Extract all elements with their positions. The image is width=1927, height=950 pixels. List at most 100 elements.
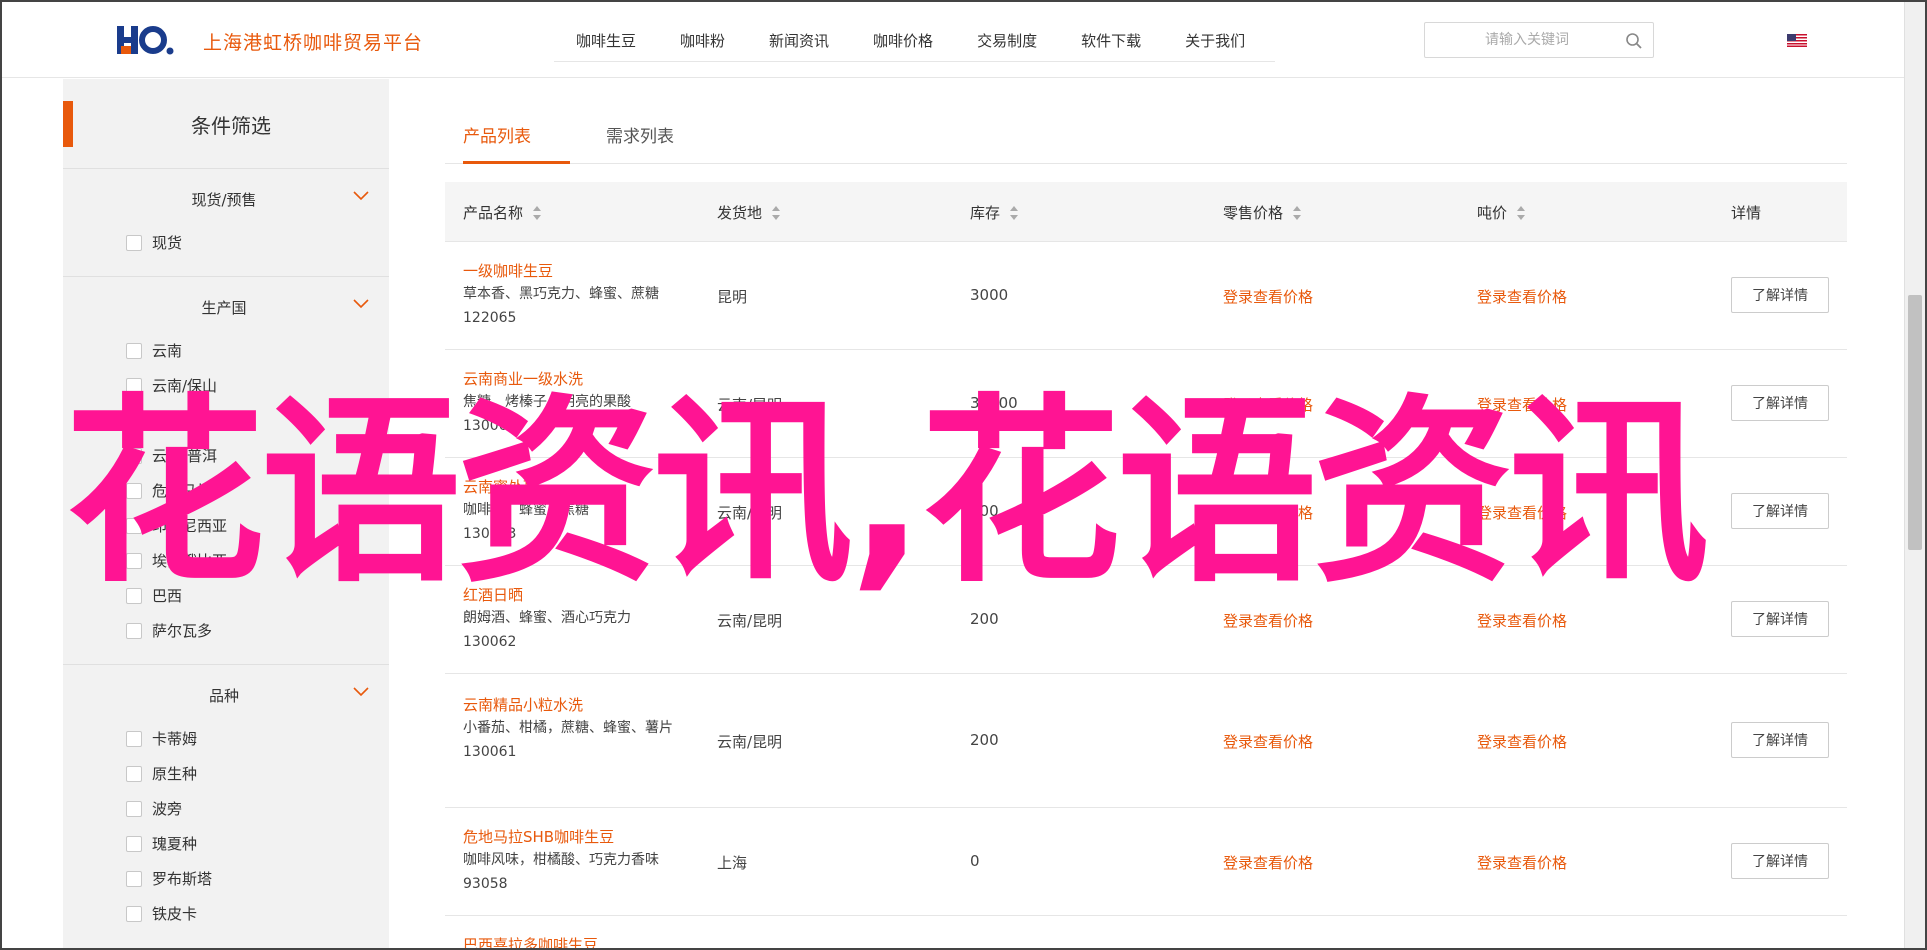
filter-option[interactable]: 瑰夏种 bbox=[63, 826, 389, 861]
filter-group-title: 现货/预售 bbox=[191, 191, 257, 209]
filter-group-head[interactable]: 生产国 bbox=[63, 277, 389, 333]
filter-group-title: 品种 bbox=[208, 687, 239, 705]
product-cell: 一级咖啡生豆 草本香、黑巧克力、蜂蜜、蔗糖 122065 bbox=[463, 260, 678, 330]
filter-title: 条件筛选 bbox=[191, 114, 271, 138]
filter-option-label: 原生种 bbox=[152, 765, 198, 783]
column-header-stock[interactable]: 库存 bbox=[970, 202, 1019, 223]
sort-icon[interactable] bbox=[1293, 205, 1302, 220]
checkbox[interactable] bbox=[126, 234, 142, 251]
nav-item-software-download[interactable]: 软件下载 bbox=[1059, 22, 1163, 61]
filter-option-label: 波旁 bbox=[152, 800, 183, 818]
detail-button[interactable]: 了解详情 bbox=[1731, 601, 1829, 637]
chevron-down-icon[interactable] bbox=[353, 687, 369, 697]
ton-price-link[interactable]: 登录查看价格 bbox=[1477, 731, 1567, 752]
origin-cell: 云南/昆明 bbox=[717, 733, 783, 751]
filter-option[interactable]: 萨尔瓦多 bbox=[63, 613, 389, 648]
detail-button[interactable]: 了解详情 bbox=[1731, 277, 1829, 313]
checkbox[interactable] bbox=[126, 835, 142, 852]
ton-price-link[interactable]: 登录查看价格 bbox=[1477, 286, 1567, 307]
product-code: 130062 bbox=[463, 634, 517, 650]
nav-item-trade-rules[interactable]: 交易制度 bbox=[955, 22, 1059, 61]
column-header-name[interactable]: 产品名称 bbox=[463, 202, 542, 223]
filter-option-label: 萨尔瓦多 bbox=[152, 622, 213, 640]
stock-cell: 200 bbox=[970, 731, 999, 749]
checkbox[interactable] bbox=[126, 870, 142, 887]
search-input[interactable] bbox=[1437, 29, 1617, 51]
filter-option-label: 罗布斯塔 bbox=[152, 870, 213, 888]
checkbox[interactable] bbox=[126, 905, 142, 922]
tab-demand-list[interactable]: 需求列表 bbox=[606, 122, 674, 161]
filter-option-label: 铁皮卡 bbox=[152, 905, 198, 923]
filter-title-block: 条件筛选 bbox=[63, 79, 389, 169]
column-header-ton-price[interactable]: 吨价 bbox=[1477, 202, 1526, 223]
checkbox[interactable] bbox=[126, 800, 142, 817]
column-header-label: 产品名称 bbox=[463, 204, 524, 222]
product-flavor: 草本香、黑巧克力、蜂蜜、蔗糖 bbox=[463, 286, 659, 302]
checkbox[interactable] bbox=[126, 730, 142, 747]
nav-item-news[interactable]: 新闻资讯 bbox=[747, 22, 851, 61]
table-header: 产品名称 发货地 库存 零售价格 吨价 详情 bbox=[445, 182, 1847, 242]
product-cell: 巴西喜拉多咖啡生豆 bbox=[463, 934, 678, 948]
product-flavor: 咖啡风味，柑橘酸、巧克力香味 bbox=[463, 852, 659, 868]
nav-item-about-us[interactable]: 关于我们 bbox=[1163, 22, 1267, 61]
filter-option[interactable]: 罗布斯塔 bbox=[63, 861, 389, 896]
sort-icon[interactable] bbox=[772, 205, 781, 220]
product-name-link[interactable]: 一级咖啡生豆 bbox=[463, 260, 678, 282]
stock-cell: 0 bbox=[970, 852, 980, 870]
filter-group-head[interactable]: 品种 bbox=[63, 665, 389, 721]
filter-option[interactable]: 云南 bbox=[63, 333, 389, 368]
filter-option[interactable]: 卡蒂姆 bbox=[63, 721, 389, 756]
column-header-label: 零售价格 bbox=[1223, 204, 1284, 222]
scrollbar-thumb[interactable] bbox=[1908, 295, 1922, 550]
site-name[interactable]: 上海港虹桥咖啡贸易平台 bbox=[203, 28, 423, 55]
us-flag-icon[interactable] bbox=[1787, 34, 1807, 47]
chevron-down-icon[interactable] bbox=[353, 299, 369, 309]
site-header: 上海港虹桥咖啡贸易平台 咖啡生豆 咖啡粉 新闻资讯 咖啡价格 交易制度 软件下载… bbox=[2, 2, 1904, 78]
search-icon[interactable] bbox=[1625, 32, 1643, 50]
origin-cell: 昆明 bbox=[717, 288, 748, 306]
filter-option-label: 云南 bbox=[152, 342, 183, 360]
logo-icon[interactable] bbox=[117, 22, 175, 58]
product-cell: 云南精品小粒水洗 小番茄、柑橘，蔗糖、蜂蜜、薯片 130061 bbox=[463, 694, 678, 764]
nav-item-coffee-beans[interactable]: 咖啡生豆 bbox=[554, 22, 658, 61]
filter-option[interactable]: 铁皮卡 bbox=[63, 896, 389, 931]
filter-option[interactable]: 现货 bbox=[63, 225, 389, 260]
column-header-retail-price[interactable]: 零售价格 bbox=[1223, 202, 1302, 223]
ton-price-link[interactable]: 登录查看价格 bbox=[1477, 852, 1567, 873]
filter-option[interactable]: 原生种 bbox=[63, 756, 389, 791]
tab-product-list[interactable]: 产品列表 bbox=[463, 122, 570, 164]
filter-option-label: 瑰夏种 bbox=[152, 835, 198, 853]
filter-option-label: 现货 bbox=[152, 234, 183, 252]
retail-price-link[interactable]: 登录查看价格 bbox=[1223, 852, 1313, 873]
filter-group-availability: 现货/预售 现货 bbox=[63, 169, 389, 277]
retail-price-link[interactable]: 登录查看价格 bbox=[1223, 731, 1313, 752]
detail-button[interactable]: 了解详情 bbox=[1731, 493, 1829, 529]
filter-group-head[interactable]: 现货/预售 bbox=[63, 169, 389, 225]
vertical-scrollbar[interactable] bbox=[1904, 2, 1925, 948]
checkbox[interactable] bbox=[126, 765, 142, 782]
chevron-down-icon[interactable] bbox=[353, 191, 369, 201]
detail-button[interactable]: 了解详情 bbox=[1731, 385, 1829, 421]
table-row: 危地马拉SHB咖啡生豆 咖啡风味，柑橘酸、巧克力香味 93058 上海 0 登录… bbox=[445, 808, 1847, 916]
product-name-link[interactable]: 危地马拉SHB咖啡生豆 bbox=[463, 826, 678, 848]
nav-item-coffee-price[interactable]: 咖啡价格 bbox=[851, 22, 955, 61]
watermark-overlay: 花语资讯,花语资讯 bbox=[65, 377, 1709, 610]
checkbox[interactable] bbox=[126, 342, 142, 359]
column-header-label: 发货地 bbox=[717, 204, 763, 222]
column-header-origin[interactable]: 发货地 bbox=[717, 202, 781, 223]
product-name-link[interactable]: 巴西喜拉多咖啡生豆 bbox=[463, 934, 678, 948]
nav-item-coffee-powder[interactable]: 咖啡粉 bbox=[658, 22, 747, 61]
table-row: 一级咖啡生豆 草本香、黑巧克力、蜂蜜、蔗糖 122065 昆明 3000 登录查… bbox=[445, 242, 1847, 350]
product-code: 130061 bbox=[463, 744, 517, 760]
detail-button[interactable]: 了解详情 bbox=[1731, 843, 1829, 879]
column-header-detail: 详情 bbox=[1731, 202, 1761, 223]
product-name-link[interactable]: 云南精品小粒水洗 bbox=[463, 694, 678, 716]
sort-icon[interactable] bbox=[1010, 205, 1019, 220]
detail-button[interactable]: 了解详情 bbox=[1731, 722, 1829, 758]
sort-icon[interactable] bbox=[533, 205, 542, 220]
filter-group-title: 生产国 bbox=[201, 299, 247, 317]
sort-icon[interactable] bbox=[1517, 205, 1526, 220]
retail-price-link[interactable]: 登录查看价格 bbox=[1223, 286, 1313, 307]
checkbox[interactable] bbox=[126, 622, 142, 639]
filter-option[interactable]: 波旁 bbox=[63, 791, 389, 826]
